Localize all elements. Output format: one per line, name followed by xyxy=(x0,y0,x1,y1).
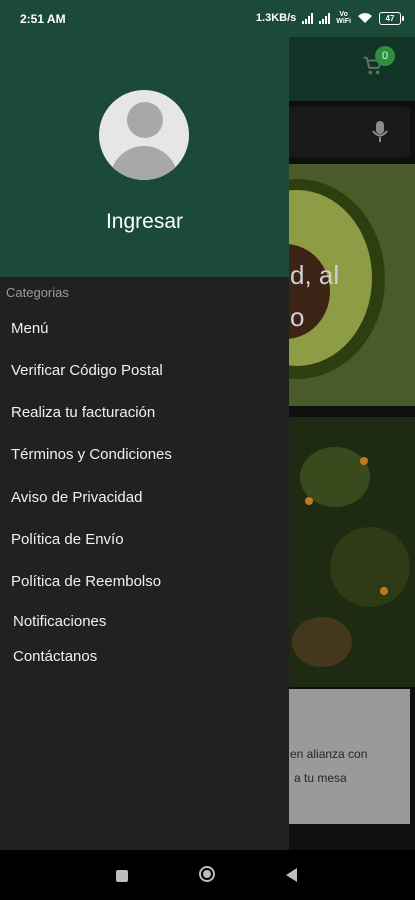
avatar-body xyxy=(110,146,178,180)
network-speed: 1.3KB/s xyxy=(255,12,297,24)
info-card-text: en alianza con a tu mesa xyxy=(290,742,367,790)
orange-fruit xyxy=(360,457,368,465)
square-icon[interactable] xyxy=(116,870,128,882)
vowifi-indicator: Vo WiFi xyxy=(336,11,351,25)
card-text-line: a tu mesa xyxy=(294,771,347,785)
menu-item-verify-zip[interactable]: Verificar Código Postal xyxy=(11,362,163,379)
wifi-icon xyxy=(358,13,372,23)
signal-icon-2 xyxy=(319,12,331,24)
menu-item-refund[interactable]: Política de Reembolso xyxy=(11,573,161,590)
navigation-drawer: Ingresar Categorias Menú Verificar Códig… xyxy=(0,0,289,850)
orange-fruit xyxy=(380,587,388,595)
microphone-icon[interactable] xyxy=(371,120,389,144)
status-icons: 1.3KB/s Vo WiFi 47 xyxy=(255,11,404,25)
menu-item-shipping[interactable]: Política de Envío xyxy=(11,531,124,548)
menu-item-contact[interactable]: Contáctanos xyxy=(13,648,97,665)
card-text-line: en alianza con xyxy=(290,747,368,761)
system-nav-bar xyxy=(0,850,415,900)
avatar-head xyxy=(127,102,163,138)
menu-item-terms[interactable]: Términos y Condiciones xyxy=(11,446,172,463)
foliage xyxy=(292,617,352,667)
status-time: 2:51 AM xyxy=(20,12,66,26)
status-bar: 2:51 AM 1.3KB/s Vo WiFi 47 xyxy=(0,0,415,37)
battery-level: 47 xyxy=(385,13,395,23)
circle-icon[interactable] xyxy=(199,866,215,882)
menu-item-menu[interactable]: Menú xyxy=(11,320,49,337)
menu-item-billing[interactable]: Realiza tu facturación xyxy=(11,404,155,421)
cart-count-badge: 0 xyxy=(375,46,395,66)
menu-item-privacy[interactable]: Aviso de Privacidad xyxy=(11,489,142,506)
foliage xyxy=(330,527,410,607)
battery-icon: 47 xyxy=(379,11,404,25)
drawer-header: Ingresar xyxy=(0,0,289,277)
user-avatar-icon[interactable] xyxy=(99,90,189,180)
triangle-back-icon[interactable] xyxy=(286,868,297,882)
menu-item-notifications[interactable]: Notificaciones xyxy=(13,613,106,630)
signal-icon xyxy=(302,12,314,24)
orange-fruit xyxy=(305,497,313,505)
section-title: Categorias xyxy=(6,285,69,300)
login-button[interactable]: Ingresar xyxy=(0,210,289,234)
banner-text: d, al o xyxy=(290,260,340,332)
